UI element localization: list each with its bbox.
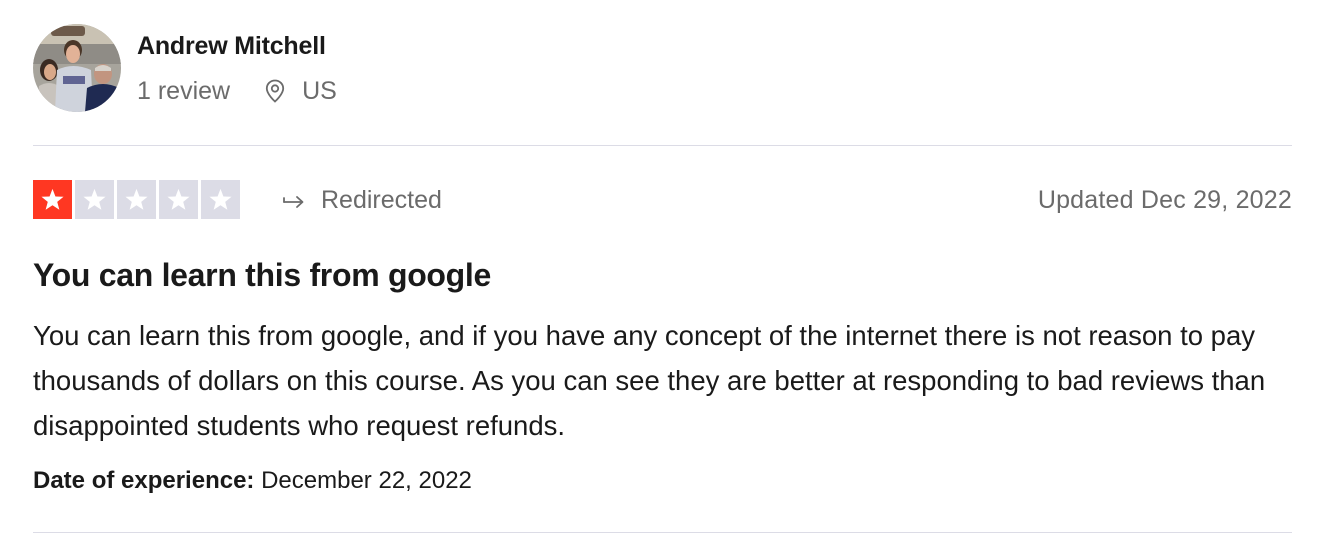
review-status[interactable]: Redirected (281, 182, 442, 218)
star-icon (117, 180, 156, 219)
star-icon (33, 180, 72, 219)
review-title[interactable]: You can learn this from google (33, 255, 491, 295)
review-body: You can learn this from google, and if y… (33, 320, 1266, 441)
redirect-arrow-icon (281, 190, 307, 210)
consumer-avatar[interactable] (33, 24, 121, 112)
date-of-experience: Date of experience: December 22, 2022 (33, 464, 472, 498)
footer-divider (33, 532, 1292, 533)
consumer-name[interactable]: Andrew Mitchell (137, 30, 326, 62)
experience-label: Date of experience: (33, 467, 255, 494)
consumer-country: US (302, 76, 337, 105)
star-rating (33, 180, 240, 219)
consumer-location: US (262, 77, 337, 106)
header-divider (33, 145, 1292, 146)
review-count: 1 review (137, 76, 231, 105)
experience-date: December 22, 2022 (261, 467, 472, 494)
consumer-meta: 1 review US (137, 73, 337, 109)
status-label: Redirected (321, 185, 442, 214)
review-card: Andrew Mitchell 1 review US Redirected U… (33, 0, 1292, 558)
location-pin-icon (262, 78, 288, 104)
user-photo-avatar-icon (33, 24, 121, 112)
updated-date: Updated Dec 29, 2022 (1037, 185, 1292, 214)
star-icon (159, 180, 198, 219)
star-icon (201, 180, 240, 219)
star-icon (75, 180, 114, 219)
